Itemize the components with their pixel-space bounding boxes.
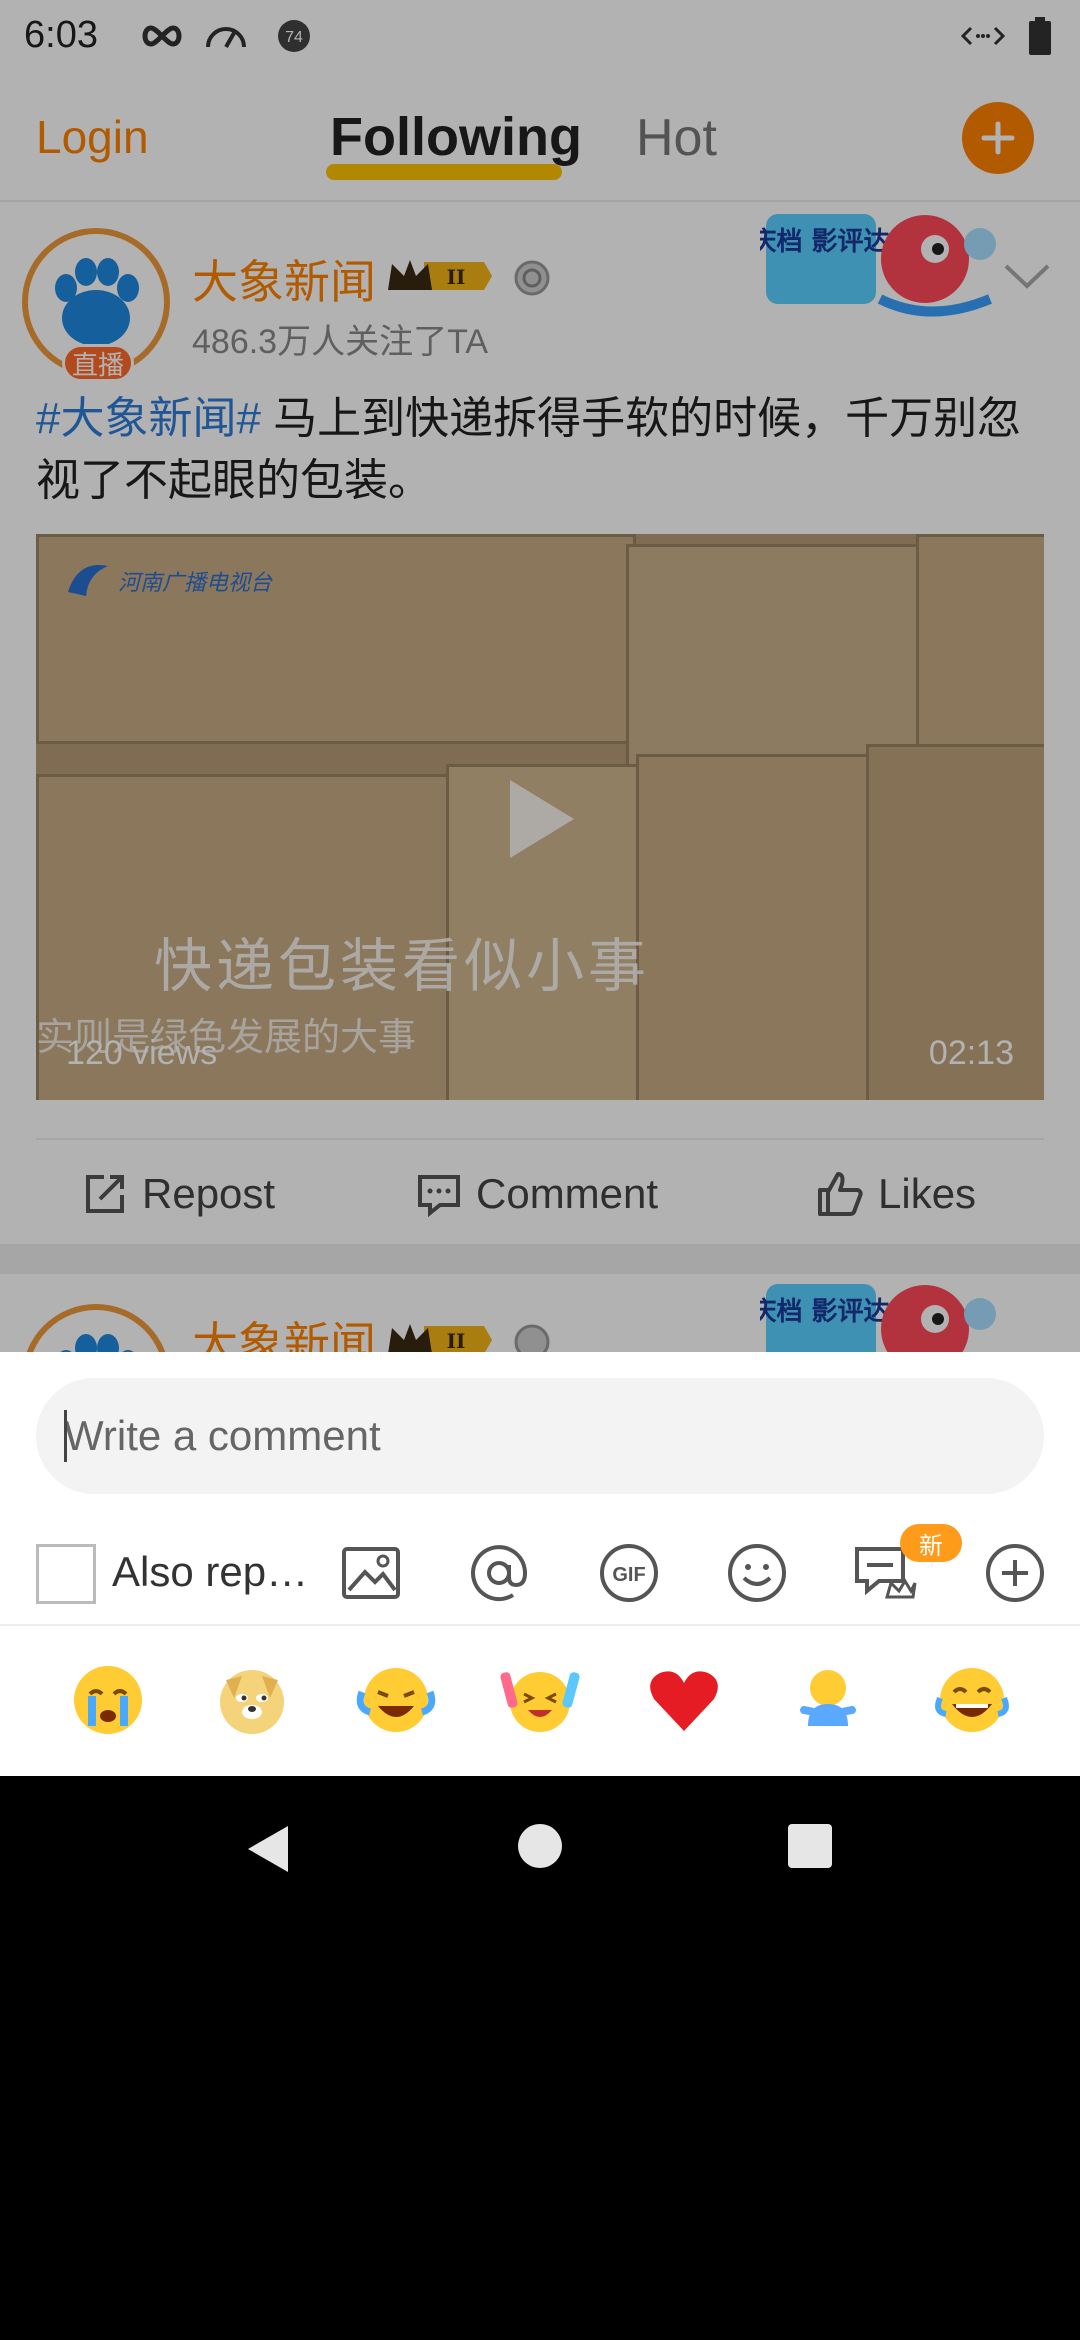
back-icon[interactable] [244,1822,292,1876]
crying-emoji-icon[interactable] [68,1660,148,1740]
system-navigation-bar [0,1776,1080,1926]
at-icon[interactable] [466,1540,532,1606]
laugh-cry-emoji-icon[interactable] [356,1660,436,1740]
comment-toolbar: Also rep… GIF 新 [0,1524,1080,1640]
image-icon[interactable] [338,1540,404,1606]
comment-input[interactable] [36,1378,1044,1494]
emoji-icon[interactable] [724,1540,790,1606]
also-repost-label[interactable]: Also rep… [112,1548,308,1596]
modal-overlay[interactable] [0,0,1080,1352]
new-badge: 新 [900,1524,962,1562]
add-icon[interactable] [982,1540,1048,1606]
text-caret [64,1410,67,1462]
heart-emoji-icon[interactable] [644,1660,724,1740]
home-icon[interactable] [516,1822,564,1870]
quick-emoji-row [0,1642,1080,1762]
recents-icon[interactable] [786,1822,834,1870]
gif-icon[interactable]: GIF [596,1540,662,1606]
svg-text:GIF: GIF [612,1564,645,1586]
divider [0,1624,1080,1626]
doge-emoji-icon[interactable] [212,1660,292,1740]
cheering-emoji-icon[interactable] [500,1660,580,1740]
tears-of-joy-emoji-icon[interactable] [932,1660,1012,1740]
weibo-app: 6:03 74 Login Following Hot 直播 大象新闻 II 4… [0,0,1080,1352]
also-repost-checkbox[interactable] [36,1544,96,1604]
figure-emoji-icon[interactable] [788,1660,868,1740]
comment-sheet: Also rep… GIF 新 [0,1352,1080,1776]
